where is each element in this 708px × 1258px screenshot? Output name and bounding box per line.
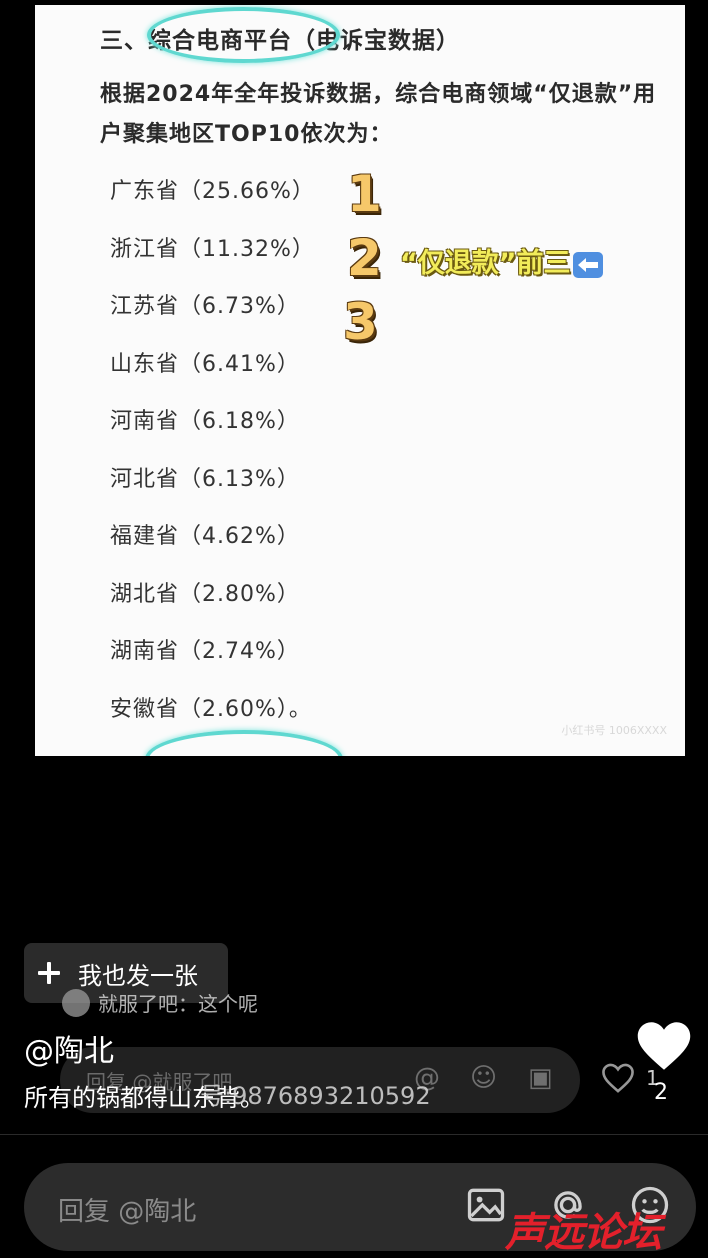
province-item: 江苏省（6.73%） — [110, 294, 300, 319]
like-button[interactable] — [634, 1018, 694, 1078]
emoji-icon: ☺ — [470, 1063, 498, 1093]
post-image[interactable]: 三、综合电商平台（电诉宝数据） 根据2024年全年投诉数据，综合电商领域“仅退款… — [35, 5, 685, 756]
caption-overlay-text: 号:9876893210592 — [200, 1082, 431, 1110]
province-item: 福建省（4.62%） — [110, 524, 300, 549]
site-watermark: 声远论坛 — [505, 1210, 662, 1256]
rank-mark-1: 1 — [347, 165, 382, 223]
divider — [0, 1134, 708, 1135]
plus-icon — [38, 962, 60, 984]
province-list: 广东省（25.66%） 浙江省（11.32%） 江苏省（6.73%） 山东省（6… — [110, 173, 315, 748]
image-icon: ▣ — [528, 1063, 553, 1093]
annotation-label: “仅退款”前三 — [400, 241, 603, 280]
image-watermark: 小红书号 1006XXXX — [561, 724, 667, 737]
floating-comment-text: 就服了吧：这个呢 — [98, 992, 258, 1016]
post-image-button-label: 我也发一张 — [78, 961, 198, 990]
province-item: 湖南省（2.74%） — [110, 639, 300, 664]
author-name[interactable]: @陶北 — [24, 1026, 114, 1070]
doc-intro: 根据2024年全年投诉数据，综合电商领域“仅退款”用户聚集地区TOP10依次为： — [100, 82, 657, 147]
province-item: 湖北省（2.80%） — [110, 581, 300, 607]
province-item: 浙江省（11.32%） — [110, 236, 315, 262]
province-item: 河南省（6.18%） — [110, 409, 300, 434]
left-arrow-icon — [572, 251, 603, 278]
highlight-ring-top — [147, 7, 340, 63]
floating-comment: 就服了吧：这个呢 — [62, 988, 258, 1017]
annotation-text: “仅退款”前三 — [400, 248, 571, 279]
ghost-heart-icon — [600, 1062, 636, 1098]
province-item: 山东省（6.41%） — [110, 351, 300, 377]
rank-mark-3: 3 — [343, 293, 378, 351]
like-count: 2 — [654, 1080, 668, 1105]
reply-placeholder: 回复 @陶北 — [58, 1197, 197, 1227]
province-item: 河北省（6.13%） — [110, 466, 300, 492]
image-icon[interactable] — [464, 1183, 508, 1231]
province-item: 广东省（25.66%） — [110, 179, 315, 204]
rank-mark-2: 2 — [347, 229, 382, 287]
avatar — [62, 988, 90, 1017]
